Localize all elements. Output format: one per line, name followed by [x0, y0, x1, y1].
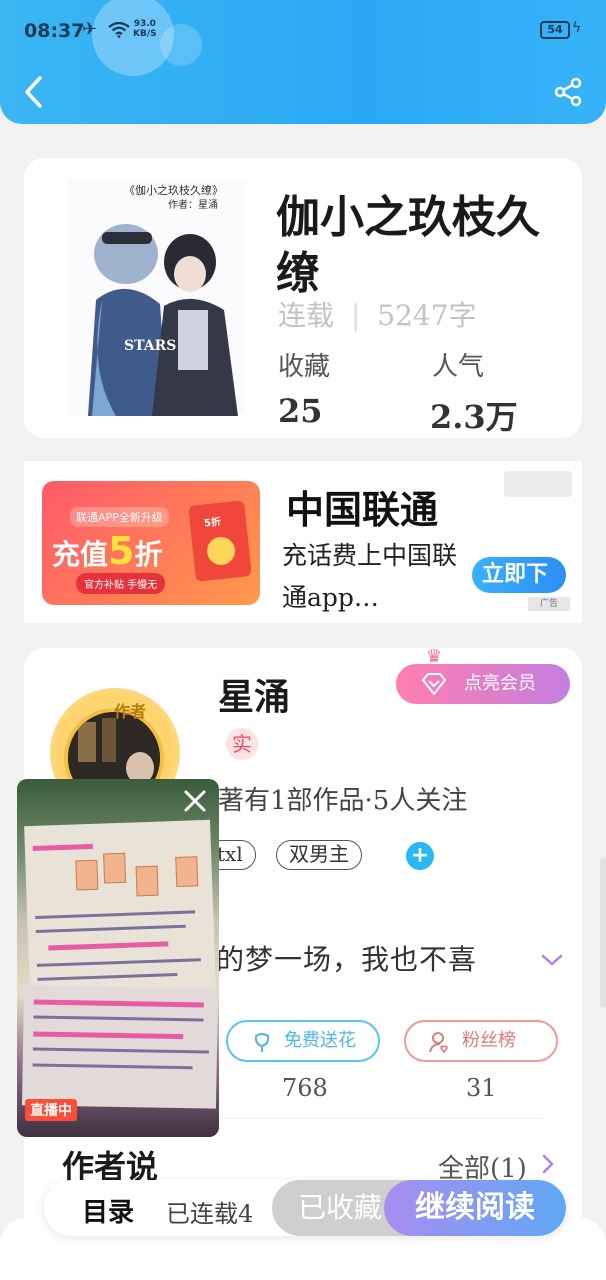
ad-title: 中国联通 [286, 487, 439, 532]
continue-reading-button[interactable]: 继续阅读 [384, 1180, 566, 1236]
floating-video-window[interactable]: 直播中 [17, 779, 219, 1137]
charging-icon: ϟ [572, 20, 582, 36]
highlight-stroke [48, 941, 169, 951]
author-badge: 作者 [114, 702, 147, 721]
ad-description: 充话费上中国联通app… [282, 541, 458, 612]
text-line [35, 924, 186, 933]
tag-chip[interactable]: 双男主 [276, 840, 362, 870]
sticky-note [175, 856, 199, 888]
free-flower-label: 免费送花 [284, 1030, 356, 1051]
highlight-stroke [32, 843, 93, 852]
back-arrow-icon[interactable] [20, 74, 48, 110]
popularity-label: 人气 [432, 352, 485, 382]
ad-image-subtitle: 联通APP全新升级 [70, 507, 169, 527]
flower-count: 768 [282, 1074, 328, 1102]
cover-illustration: 《伽小之玖枝久缭》 作者：星涌 STARS [68, 180, 246, 416]
favorites-value: 25 [278, 392, 323, 430]
highlight-stroke [33, 1031, 184, 1040]
video-frame-content [21, 985, 219, 1109]
cover-author: 作者：星涌 [168, 199, 218, 211]
text-line [37, 973, 178, 981]
fans-count: 31 [466, 1074, 497, 1102]
cover-title: 《伽小之玖枝久缭》 [124, 183, 223, 197]
top-header: 08:37 ✈ 93.0 KB/S 54 ϟ [0, 0, 606, 124]
fans-rank-button[interactable]: 粉丝榜 [404, 1020, 558, 1062]
serial-status: 连载 [278, 299, 335, 332]
fans-rank-label: 粉丝榜 [462, 1030, 516, 1051]
text-line [36, 958, 201, 967]
text-line [35, 910, 196, 919]
catalog-button[interactable]: 目录 [82, 1192, 134, 1229]
text-line [32, 1047, 209, 1054]
flower-icon [254, 1033, 270, 1052]
close-icon[interactable] [181, 787, 209, 815]
share-icon[interactable] [552, 76, 584, 108]
video-frame-content [24, 819, 216, 997]
network-speed: 93.0 KB/S [133, 19, 157, 39]
wifi-icon [108, 22, 130, 38]
book-status-line: 连载 | 5247字 [278, 299, 477, 332]
popularity-value: 2.3万 [430, 398, 518, 436]
book-cover-image[interactable]: 《伽小之玖枝久缭》 作者：星涌 STARS [68, 180, 246, 416]
airplane-icon: ✈ [82, 19, 98, 40]
highlight-stroke [33, 999, 204, 1008]
sticky-note [103, 852, 127, 884]
red-envelope-icon: 5折 [188, 500, 252, 582]
user-heart-icon [429, 1032, 448, 1054]
ad-download-button[interactable]: 立即下 [472, 557, 566, 593]
add-tag-button[interactable]: + [406, 842, 434, 870]
book-title: 伽小之玖枝久缭 [276, 192, 540, 299]
ad-blurred-area [504, 471, 572, 497]
scrollbar[interactable] [600, 858, 606, 1008]
ad-image[interactable]: 联通APP全新升级 充值5折 官方补贴 手慢无 5折 [42, 481, 260, 605]
ad-image-headline: 充值5折 [52, 529, 163, 573]
envelope-label: 5折 [203, 516, 222, 530]
ad-mark-badge: 广告 [528, 597, 570, 611]
chevron-right-icon[interactable] [542, 1154, 554, 1174]
bottom-action-bar: 目录 已连载4 已收藏 继续阅读 [44, 1180, 566, 1236]
text-line [32, 1063, 193, 1070]
text-line [33, 1015, 204, 1022]
book-info-card: 《伽小之玖枝久缭》 作者：星涌 STARS 伽小之玖枝久缭 连载 | 5247字… [24, 158, 582, 438]
coin-icon [205, 535, 237, 567]
free-flower-button[interactable]: 免费送花 [226, 1020, 380, 1062]
network-speed-unit: KB/S [133, 29, 157, 39]
verified-badge: 实 [226, 728, 258, 760]
status-time: 08:37 [24, 20, 85, 42]
live-badge: 直播中 [25, 1099, 77, 1121]
ad-banner[interactable]: 联通APP全新升级 充值5折 官方补贴 手慢无 5折 中国联通 充话费上中国联通… [24, 461, 582, 623]
expand-chevron-icon[interactable] [540, 952, 564, 968]
vip-button-label: 点亮会员 [464, 673, 536, 694]
diamond-icon [422, 673, 446, 695]
favorites-label: 收藏 [278, 352, 331, 382]
sticky-note [75, 859, 99, 891]
sticky-note [135, 865, 159, 897]
author-name[interactable]: 星涌 [218, 668, 290, 720]
network-speed-value: 93.0 [133, 19, 156, 29]
status-bar: 08:37 ✈ 93.0 KB/S 54 ϟ [0, 0, 606, 60]
ad-image-footer: 官方补贴 手慢无 [76, 573, 166, 594]
author-intro: 的梦一场，我也不喜 [216, 943, 478, 976]
serial-progress: 已连载4 [166, 1200, 254, 1228]
author-works-summary: 著有1部作品·5人关注 [218, 786, 468, 816]
battery-indicator: 54 [540, 21, 570, 39]
cover-word: STARS [124, 338, 176, 354]
word-count: 5247字 [377, 299, 477, 332]
vip-button[interactable]: 点亮会员 [396, 664, 570, 704]
